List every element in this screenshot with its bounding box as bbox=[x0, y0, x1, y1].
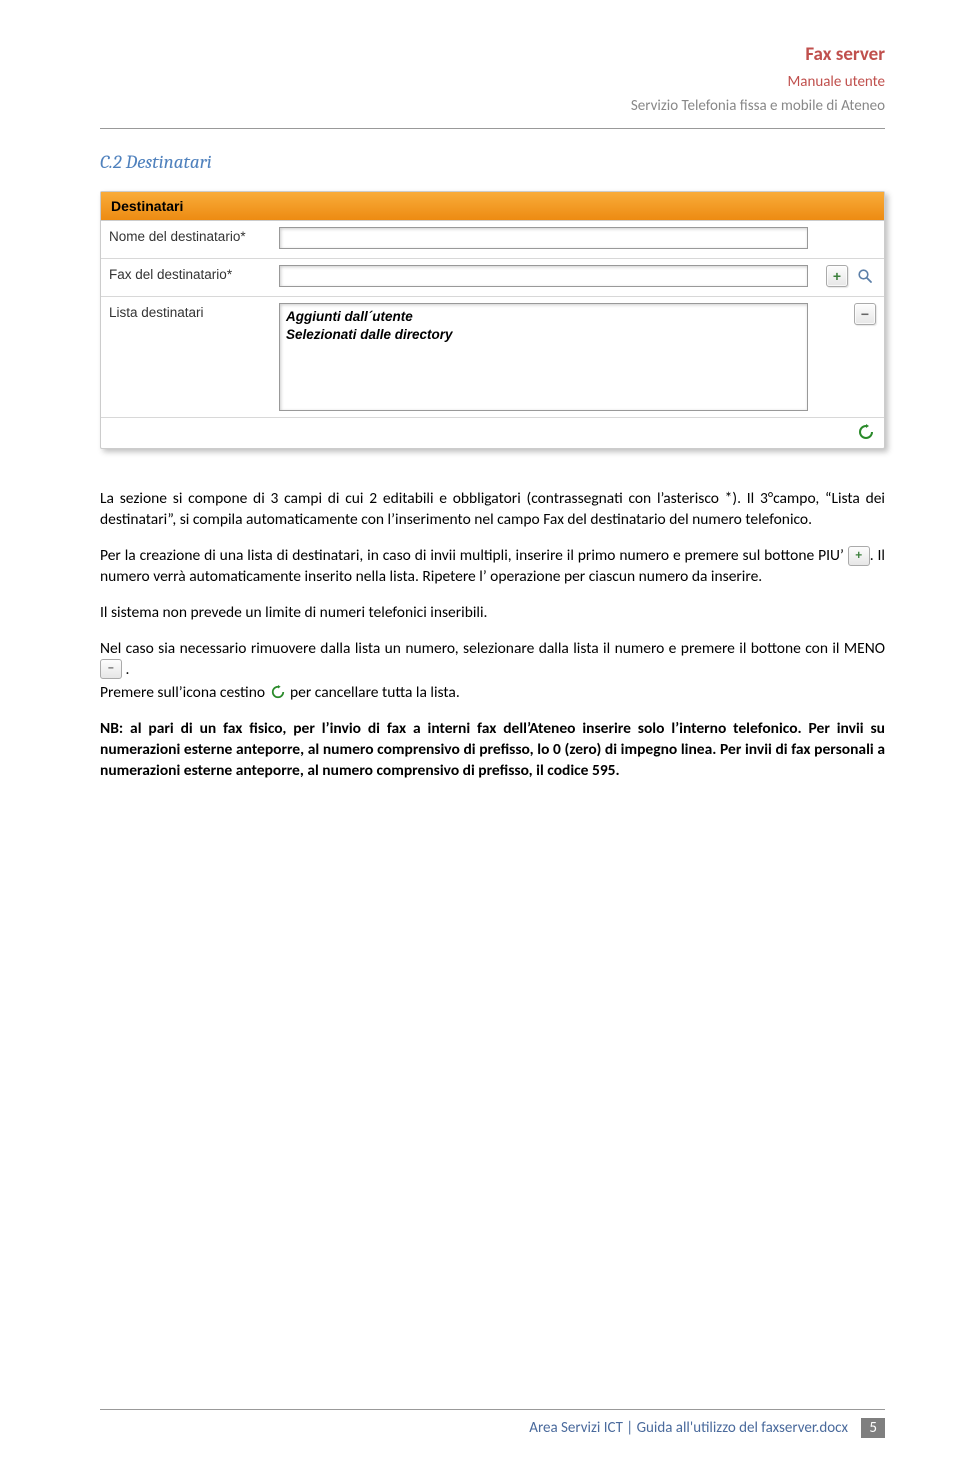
nome-destinatario-input[interactable] bbox=[279, 227, 808, 249]
fax-destinatario-input[interactable] bbox=[279, 265, 808, 287]
para-5: Premere sull’icona cestino per cancellar… bbox=[100, 683, 885, 704]
para-3: Il sistema non prevede un limite di nume… bbox=[100, 603, 885, 624]
page-footer: Area Servizi ICT | Guida all'utilizzo de… bbox=[100, 1409, 885, 1438]
row-lista-destinatari: Lista destinatari Aggiunti dall´utente S… bbox=[101, 297, 884, 418]
panel-title: Destinatari bbox=[101, 192, 884, 221]
row-nome-destinatario: Nome del destinatario* bbox=[101, 221, 884, 259]
plus-icon[interactable]: + bbox=[826, 265, 848, 287]
panel-footer bbox=[101, 418, 884, 448]
section-title: C.2 Destinatari bbox=[100, 151, 885, 173]
label-nome-destinatario: Nome del destinatario* bbox=[109, 227, 279, 244]
minus-icon: − bbox=[100, 659, 122, 679]
minus-icon[interactable]: − bbox=[854, 303, 876, 325]
para-6: NB: al pari di un fax fisico, per l’invi… bbox=[100, 719, 885, 782]
row-fax-destinatario: Fax del destinatario* + bbox=[101, 259, 884, 297]
page-header: Fax server Manuale utente Servizio Telef… bbox=[100, 40, 885, 118]
para-1: La sezione si compone di 3 campi di cui … bbox=[100, 489, 885, 531]
header-service: Servizio Telefonia fissa e mobile di Ate… bbox=[100, 94, 885, 118]
footer-text: Area Servizi ICT | Guida all'utilizzo de… bbox=[100, 1418, 885, 1438]
para-4: Nel caso sia necessario rimuovere dalla … bbox=[100, 639, 885, 681]
para-2: Per la creazione di una lista di destina… bbox=[100, 546, 885, 588]
input-wrap bbox=[279, 227, 808, 249]
input-wrap bbox=[279, 265, 808, 287]
refresh-icon[interactable] bbox=[856, 422, 876, 442]
header-title: Fax server bbox=[100, 40, 885, 70]
destinatari-panel: Destinatari Nome del destinatario* Fax d… bbox=[100, 191, 885, 449]
refresh-icon bbox=[269, 682, 287, 702]
page-number: 5 bbox=[861, 1418, 885, 1438]
search-icon[interactable] bbox=[854, 265, 876, 287]
label-fax-destinatario: Fax del destinatario* bbox=[109, 265, 279, 282]
plus-icon: + bbox=[848, 546, 870, 566]
label-lista-destinatari: Lista destinatari bbox=[109, 303, 279, 320]
header-rule bbox=[100, 128, 885, 129]
header-subtitle: Manuale utente bbox=[100, 70, 885, 94]
footer-rule bbox=[100, 1409, 885, 1410]
lista-destinatari-box[interactable]: Aggiunti dall´utente Selezionati dalle d… bbox=[279, 303, 808, 411]
body-text: La sezione si compone di 3 campi di cui … bbox=[100, 489, 885, 781]
